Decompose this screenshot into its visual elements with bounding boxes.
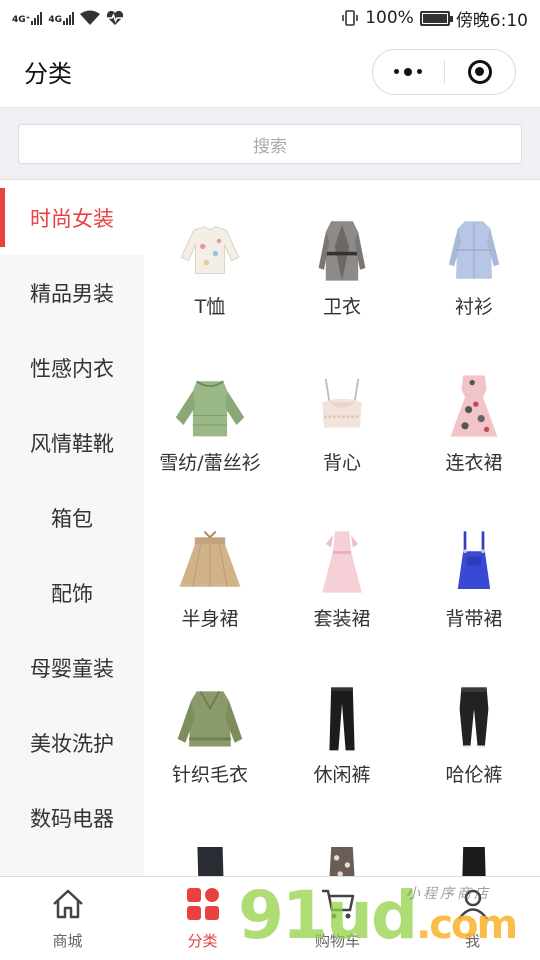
harem-pants-image — [434, 678, 514, 758]
search-input[interactable]: 搜索 — [18, 124, 522, 164]
sidebar-item[interactable]: 数码电器 — [0, 780, 144, 855]
skirt-image — [170, 522, 250, 602]
subcategory-label: 休闲裤 — [313, 764, 371, 786]
floral-dress-image — [434, 366, 514, 446]
wifi-icon — [80, 10, 101, 25]
subcategory-item[interactable]: 连衣裙 — [408, 366, 540, 522]
category-icon — [185, 886, 221, 926]
subcategory-item[interactable]: 套装裙 — [276, 522, 408, 678]
subcategory-item[interactable] — [408, 834, 540, 877]
chiffon-blouse-image — [170, 366, 250, 446]
subcategory-label: 背心 — [322, 452, 361, 474]
tab-label: 我 — [464, 932, 480, 950]
sidebar-item[interactable]: 配饰 — [0, 555, 144, 630]
nav-bar: 分类 — [0, 36, 540, 108]
user-icon — [455, 886, 491, 926]
tab-home[interactable]: 商城 — [0, 877, 135, 960]
shirt-dress-image — [434, 210, 514, 290]
tab-label: 购物车 — [314, 932, 360, 950]
search-area: 搜索 — [0, 108, 540, 180]
cart-icon — [320, 886, 356, 926]
category-main: 时尚女装 精品男装 性感内衣 风情鞋靴 箱包 配饰 母婴童装 美妆洗护 数码电器 T恤 卫衣 衬衫雪… — [0, 180, 540, 877]
trousers-image — [302, 678, 382, 758]
subcategory-item[interactable]: 卫衣 — [276, 210, 408, 366]
page-title: 分类 — [24, 60, 72, 88]
jeans-image — [170, 834, 250, 877]
subcategory-label: 背带裙 — [445, 608, 503, 630]
sidebar-item[interactable]: 时尚女装 — [0, 180, 144, 255]
tab-cart[interactable]: 购物车 — [270, 877, 405, 960]
subcategory-item[interactable]: 半身裙 — [144, 522, 276, 678]
knit-sweater-image — [170, 678, 250, 758]
pink-dress-image — [302, 522, 382, 602]
shorts-image — [302, 834, 382, 877]
subcategory-label: 连衣裙 — [445, 452, 503, 474]
clock: 傍晚6:10 — [455, 10, 528, 31]
more-button[interactable] — [373, 50, 444, 94]
subcategory-label: 雪纺/蕾丝衫 — [159, 452, 261, 474]
tab-user[interactable]: 我 — [405, 877, 540, 960]
lace-top-image — [302, 366, 382, 446]
subcategory-item[interactable]: 背心 — [276, 366, 408, 522]
coat-image — [302, 210, 382, 290]
more-dots-icon — [394, 67, 423, 76]
vibrate-icon — [342, 10, 359, 26]
sidebar-item[interactable]: 母婴童装 — [0, 630, 144, 705]
subcategory-label: 衬衫 — [454, 296, 493, 318]
battery-percent: 100% — [365, 8, 414, 28]
subcategory-item[interactable]: 雪纺/蕾丝衫 — [144, 366, 276, 522]
subcategory-grid: T恤 卫衣 衬衫雪纺/蕾丝衫 背心 连衣裙半身裙 套装裙 背带裙针织毛衣 休闲裤 哈伦裤 — [144, 180, 540, 877]
subcategory-label: T恤 — [194, 296, 226, 318]
mini-program-capsule — [372, 48, 516, 95]
close-mini-program-button[interactable] — [445, 50, 516, 94]
status-right: 100% 傍晚6:10 — [341, 6, 528, 31]
subcategory-item[interactable] — [144, 834, 276, 877]
tab-category[interactable]: 分类 — [135, 877, 270, 960]
sidebar-item[interactable]: 风情鞋靴 — [0, 405, 144, 480]
category-sidebar: 时尚女装 精品男装 性感内衣 风情鞋靴 箱包 配饰 母婴童装 美妆洗护 数码电器 — [0, 180, 144, 877]
signal-2-icon: 4G — [48, 11, 75, 25]
status-left: 4G⁺ 4G — [12, 10, 124, 26]
subcategory-label: 半身裙 — [181, 608, 239, 630]
subcategory-item[interactable]: 休闲裤 — [276, 678, 408, 834]
sidebar-item[interactable]: 美妆洗护 — [0, 705, 144, 780]
subcategory-item[interactable]: 针织毛衣 — [144, 678, 276, 834]
sweater-image — [170, 210, 250, 290]
signal-1-icon: 4G⁺ — [12, 11, 43, 25]
target-icon — [467, 59, 492, 84]
subcategory-item[interactable] — [276, 834, 408, 877]
tab-label: 分类 — [187, 932, 218, 950]
sidebar-item[interactable]: 性感内衣 — [0, 330, 144, 405]
home-icon — [50, 886, 86, 926]
subcategory-item[interactable]: 衬衫 — [408, 210, 540, 366]
heart-pulse-icon — [106, 10, 124, 25]
subcategory-item[interactable]: T恤 — [144, 210, 276, 366]
tab-label: 商城 — [52, 932, 83, 950]
subcategory-item[interactable]: 背带裙 — [408, 522, 540, 678]
sidebar-item[interactable]: 精品男装 — [0, 255, 144, 330]
status-bar: 4G⁺ 4G 100% 傍晚6:10 — [0, 0, 540, 36]
sidebar-item[interactable]: 箱包 — [0, 480, 144, 555]
subcategory-label: 卫衣 — [322, 296, 361, 318]
battery-icon — [419, 10, 453, 26]
pants-image — [434, 834, 514, 877]
tab-bar: 商城 分类 购物车 我 — [0, 876, 540, 960]
subcategory-label: 套装裙 — [313, 608, 371, 630]
subcategory-item[interactable]: 哈伦裤 — [408, 678, 540, 834]
subcategory-label: 哈伦裤 — [445, 764, 503, 786]
overall-dress-image — [434, 522, 514, 602]
subcategory-label: 针织毛衣 — [171, 764, 248, 786]
